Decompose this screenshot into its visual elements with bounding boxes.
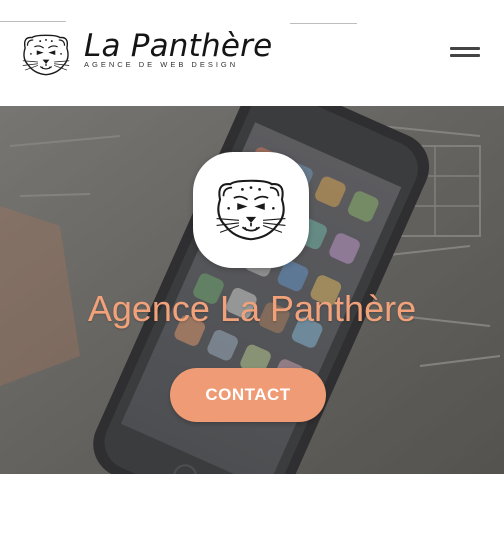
hero-logo-badge [193,152,309,268]
panther-head-icon [215,179,287,241]
panther-head-icon [22,34,70,76]
brand-wordmark: La Panthère AGENCE DE WEB DESIGN [84,28,274,78]
brand-logo[interactable]: La Panthère AGENCE DE WEB DESIGN [17,28,274,80]
menu-bar [450,47,480,50]
content-area [0,474,504,540]
brand-name: La Panthère [84,28,273,64]
hero-section: Agence La Panthère CONTACT [0,106,504,474]
contact-button[interactable]: CONTACT [170,368,326,422]
decorative-line [0,21,66,22]
menu-bar [450,54,480,57]
brand-tagline: AGENCE DE WEB DESIGN [84,60,239,69]
site-header: La Panthère AGENCE DE WEB DESIGN [0,0,504,106]
hamburger-menu-icon[interactable] [448,45,482,65]
hero-title: Agence La Panthère [87,288,417,329]
decorative-line [290,23,357,24]
